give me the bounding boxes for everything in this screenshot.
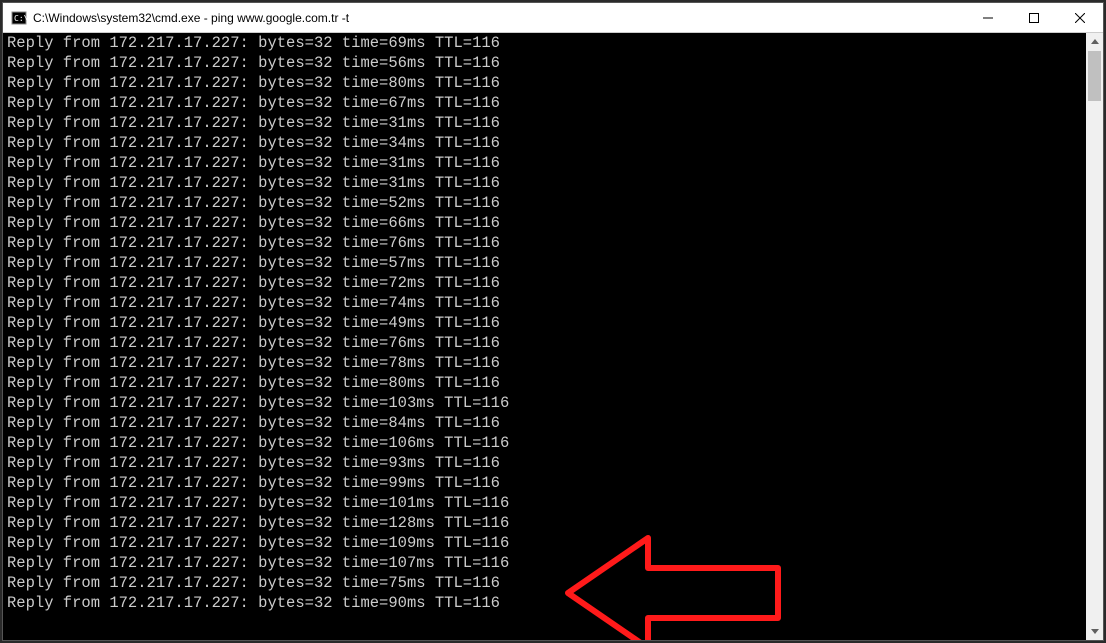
scrollbar-thumb[interactable] bbox=[1088, 51, 1101, 101]
minimize-button[interactable] bbox=[965, 3, 1011, 32]
scroll-up-arrow[interactable] bbox=[1086, 33, 1103, 50]
close-button[interactable] bbox=[1057, 3, 1103, 32]
scroll-down-arrow[interactable] bbox=[1086, 623, 1103, 640]
window-title: C:\Windows\system32\cmd.exe - ping www.g… bbox=[33, 11, 965, 25]
terminal-output[interactable]: Reply from 172.217.17.227: bytes=32 time… bbox=[3, 33, 1086, 640]
window-controls bbox=[965, 3, 1103, 32]
maximize-button[interactable] bbox=[1011, 3, 1057, 32]
cmd-window: C:\ C:\Windows\system32\cmd.exe - ping w… bbox=[2, 2, 1104, 641]
svg-text:C:\: C:\ bbox=[14, 14, 27, 23]
terminal-area: Reply from 172.217.17.227: bytes=32 time… bbox=[3, 33, 1103, 640]
cmd-icon: C:\ bbox=[11, 10, 27, 26]
titlebar[interactable]: C:\ C:\Windows\system32\cmd.exe - ping w… bbox=[3, 3, 1103, 33]
vertical-scrollbar[interactable] bbox=[1086, 33, 1103, 640]
